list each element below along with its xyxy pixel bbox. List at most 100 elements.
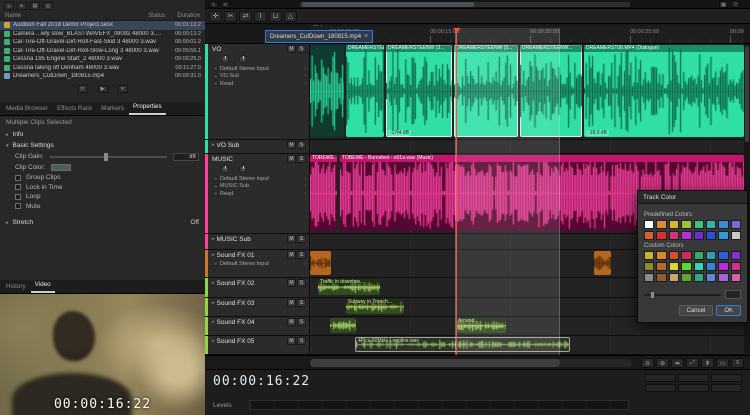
track-header-vo[interactable]: VOMSDefault Stereo Input›VO Sub›Read› — [205, 44, 310, 139]
move-tool-icon[interactable]: ✛ — [209, 11, 222, 22]
checkbox[interactable] — [15, 194, 21, 200]
color-swatch[interactable] — [718, 220, 728, 229]
metronome-icon[interactable]: △ — [284, 11, 297, 22]
volume-knob[interactable] — [221, 55, 229, 63]
checkbox-row[interactable]: Group Clips — [0, 173, 205, 183]
solo-button[interactable]: S — [297, 251, 306, 259]
track-name[interactable]: Sound FX 04 — [217, 319, 255, 326]
color-swatch[interactable] — [681, 251, 691, 260]
clip-gain-value[interactable]: dB — [173, 153, 199, 161]
solo-button[interactable]: S — [297, 318, 306, 326]
track-name[interactable]: Sound FX 03 — [217, 300, 255, 307]
track-header-vo-sub[interactable]: ▸VO SubMS — [205, 140, 310, 153]
column-duration[interactable]: Duration — [177, 13, 200, 19]
color-swatch[interactable] — [706, 231, 716, 240]
color-swatch[interactable] — [694, 251, 704, 260]
add-file-icon[interactable]: ＋ — [4, 2, 14, 10]
audio-clip[interactable]: TOREWE... — [310, 155, 337, 231]
color-swatch[interactable] — [669, 231, 679, 240]
track-color-strip[interactable] — [205, 234, 208, 249]
view-duration-field[interactable] — [711, 384, 742, 392]
track-name[interactable]: Sound FX 02 — [217, 280, 255, 287]
track-lane-vo[interactable]: DREAMERSTEENV...DREAMERSTEENW (3...-17.4… — [310, 44, 744, 139]
info-section-header[interactable]: ▸ Info — [0, 129, 205, 140]
collapse-icon[interactable]: ▸ — [212, 280, 215, 286]
checkbox-row[interactable]: Loop — [0, 192, 205, 202]
collapse-icon[interactable]: ▸ — [212, 142, 215, 148]
track-input-select[interactable]: Default Stereo Input› — [205, 64, 309, 72]
track-color-strip[interactable] — [205, 154, 208, 233]
audio-clip[interactable]: DREAMERST08.MP4 (Dialogue)-18.0 dB — [584, 45, 744, 137]
waveform-editor-icon[interactable]: ∿ — [209, 1, 218, 8]
open-folder-icon[interactable]: ▸ — [17, 2, 27, 10]
mute-button[interactable]: M — [287, 45, 296, 53]
zoom-selection-icon[interactable]: ⤢ — [686, 358, 699, 368]
color-swatch[interactable] — [656, 220, 666, 229]
clip-color-swatch[interactable] — [51, 164, 71, 171]
close-icon[interactable]: × — [364, 33, 368, 40]
solo-button[interactable]: S — [297, 279, 306, 287]
track-color-strip[interactable] — [205, 336, 208, 354]
checkbox-row[interactable]: Mute — [0, 202, 205, 212]
track-name[interactable]: MUSIC — [212, 156, 233, 163]
clip-gain-slider[interactable] — [50, 156, 167, 158]
color-swatch[interactable] — [681, 220, 691, 229]
solo-button[interactable]: S — [297, 299, 306, 307]
audio-clip[interactable]: 4Pics-60Mpls-Longline.wav — [355, 337, 570, 352]
audio-clip[interactable]: Subway in Trench... — [346, 299, 404, 314]
automation-mode-select[interactable]: Read› — [205, 189, 309, 197]
mute-button[interactable]: M — [287, 235, 296, 243]
color-swatch[interactable] — [706, 262, 716, 271]
clip-gain-badge[interactable]: -18.0 dB — [586, 130, 609, 136]
auto-play-icon[interactable]: ▶ — [98, 85, 108, 93]
zoom-vertical-in-icon[interactable]: ⬍ — [701, 358, 714, 368]
color-swatch[interactable] — [718, 273, 728, 282]
tab-media-browser[interactable]: Media Browser — [2, 103, 52, 115]
help-icon[interactable]: ? — [731, 1, 740, 8]
clip-gain-slider-handle[interactable] — [104, 153, 108, 161]
track-color-strip[interactable] — [205, 278, 208, 297]
clip-gain-badge[interactable]: -17.4 dB — [388, 130, 411, 136]
track-name[interactable]: Sound FX 01 — [217, 252, 255, 259]
checkbox-row[interactable]: Lock in Time — [0, 183, 205, 193]
file-row[interactable]: Car-Tire-Off-Gravel-Dirt-Roll-Fast-Skid … — [0, 38, 205, 47]
color-swatch[interactable] — [731, 251, 741, 260]
loop-icon[interactable]: ⟳ — [78, 85, 88, 93]
track-header-sound-fx-05[interactable]: ▸Sound FX 05MS — [205, 336, 310, 354]
track-name[interactable]: VO — [212, 46, 221, 53]
mute-button[interactable]: M — [287, 279, 296, 287]
view-end-field[interactable] — [678, 384, 709, 392]
color-swatch[interactable] — [731, 220, 741, 229]
track-output-select[interactable]: VO Sub› — [205, 72, 309, 80]
tab-markers[interactable]: Markers — [97, 103, 128, 115]
color-swatch[interactable] — [681, 273, 691, 282]
solo-button[interactable]: S — [297, 45, 306, 53]
track-output-select[interactable]: MUSIC Sub› — [205, 182, 309, 190]
track-header-sound-fx-03[interactable]: ▸Sound FX 03MS — [205, 298, 310, 316]
audio-clip[interactable]: DREAMERSTEENV... — [346, 45, 384, 137]
color-swatch[interactable] — [656, 273, 666, 282]
collapse-icon[interactable]: ▸ — [212, 300, 215, 306]
audio-clip[interactable] — [594, 251, 611, 275]
track-header-sound-fx-01[interactable]: ▸Sound FX 01MSDefault Stereo Input› — [205, 250, 310, 277]
selection-end-field[interactable] — [678, 374, 709, 382]
color-swatch[interactable] — [669, 262, 679, 271]
dialog-title[interactable]: Track Color — [638, 191, 747, 204]
color-swatch[interactable] — [644, 251, 654, 260]
horizontal-scrollbar-handle[interactable] — [310, 359, 560, 367]
zoom-fit-icon[interactable]: ⬌ — [671, 358, 684, 368]
track-header-music-sub[interactable]: ▸MUSIC SubMS — [205, 234, 310, 249]
file-row[interactable]: Car-Tire-Off-Gravel-Dirt-Roll-Slow-Long … — [0, 47, 205, 56]
file-row[interactable]: Dreamers_CutDown_180815.mp400:00:31.0 — [0, 72, 205, 81]
track-color-strip[interactable] — [205, 140, 208, 153]
audio-clip[interactable] — [330, 318, 356, 333]
color-swatch[interactable] — [706, 251, 716, 260]
color-swatch[interactable] — [681, 231, 691, 240]
collapse-icon[interactable]: ▸ — [212, 236, 215, 242]
tab-history[interactable]: History — [2, 281, 30, 293]
mute-button[interactable]: M — [287, 337, 296, 345]
checkbox[interactable] — [15, 184, 21, 190]
track-lane-vo-sub[interactable] — [310, 140, 744, 153]
color-swatch[interactable] — [731, 231, 741, 240]
solo-button[interactable]: S — [297, 235, 306, 243]
